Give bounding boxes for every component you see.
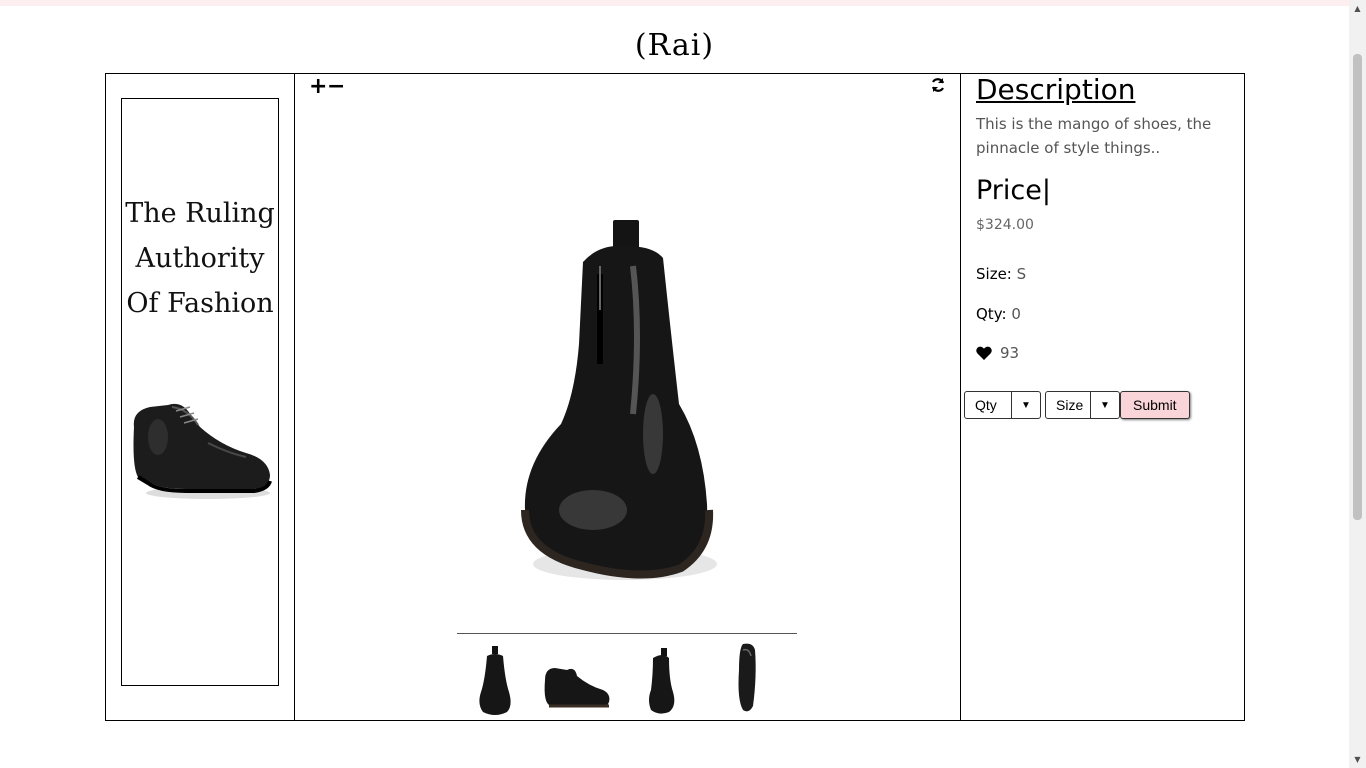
ad-column: The Ruling Authority Of Fashion: [106, 74, 295, 720]
zoom-out-button[interactable]: −: [327, 76, 345, 98]
qty-value: 0: [1011, 305, 1021, 323]
ad-tagline-line: The Ruling: [125, 198, 275, 229]
thumbnail-side[interactable]: [541, 640, 613, 716]
main-product-image[interactable]: [513, 214, 733, 594]
ad-tagline: The Ruling Authority Of Fashion: [122, 191, 278, 326]
likes-count: 93: [1000, 344, 1020, 362]
qty-label: Qty:: [976, 305, 1007, 323]
price-value: $324.00: [976, 217, 1034, 233]
zoom-in-button[interactable]: +: [309, 76, 327, 98]
order-form: Qty ▼ Size ▼ Submit: [964, 391, 1190, 419]
refresh-icon[interactable]: [930, 74, 946, 98]
scroll-up-arrow-icon[interactable]: ▲: [1349, 0, 1366, 17]
size-dropdown-label: Size: [1046, 392, 1091, 418]
oxford-shoe-image: [133, 403, 272, 499]
zoom-controls: + −: [309, 76, 345, 98]
submit-button[interactable]: Submit: [1120, 391, 1190, 419]
qty-dropdown[interactable]: Qty ▼: [964, 391, 1041, 419]
thumbnail-strip: [467, 640, 787, 716]
size-detail: Size: S: [976, 265, 1026, 283]
heart-icon[interactable]: [976, 346, 992, 360]
description-text: This is the mango of shoes, the pinnacle…: [976, 115, 1212, 157]
ad-banner[interactable]: The Ruling Authority Of Fashion: [121, 98, 279, 686]
size-dropdown[interactable]: Size ▼: [1045, 391, 1120, 419]
thumbnail-sole[interactable]: [729, 640, 765, 716]
qty-detail: Qty: 0: [976, 305, 1021, 323]
likes: 93: [976, 344, 1019, 362]
scroll-down-arrow-icon[interactable]: ▼: [1349, 751, 1366, 768]
image-viewer: + −: [295, 74, 961, 720]
description-heading: Description: [976, 73, 1136, 106]
scroll-thumb[interactable]: [1353, 54, 1362, 520]
product-frame: The Ruling Authority Of Fashion + − Desc…: [105, 73, 1245, 721]
size-label: Size:: [976, 265, 1012, 283]
caret-down-icon[interactable]: ▼: [1012, 392, 1040, 418]
size-value: S: [1016, 265, 1027, 283]
thumbnail-front[interactable]: [477, 640, 513, 716]
page-scrollbar[interactable]: ▲ ▼: [1349, 0, 1366, 768]
thumbnail-divider: [457, 633, 797, 634]
ad-tagline-line: Of Fashion: [126, 288, 274, 319]
top-banner-strip: [0, 0, 1349, 6]
site-title: (Rai): [634, 28, 715, 63]
ad-tagline-line: Authority: [135, 243, 265, 274]
qty-dropdown-label: Qty: [965, 392, 1012, 418]
caret-down-icon[interactable]: ▼: [1091, 392, 1119, 418]
product-info: Description This is the mango of shoes, …: [961, 74, 1244, 720]
price-heading: Price|: [976, 175, 1051, 206]
thumbnail-angle[interactable]: [643, 640, 679, 716]
